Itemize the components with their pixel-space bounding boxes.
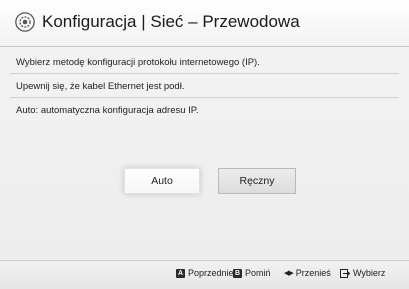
network-setup-screen: Konfiguracja | Sieć – Przewodowa Wybierz…	[0, 0, 409, 289]
select-label: Wybierz	[353, 268, 386, 278]
move-label: Przenieś	[295, 268, 331, 278]
auto-button[interactable]: Auto	[124, 168, 200, 194]
manual-button[interactable]: Ręczny	[218, 168, 296, 194]
divider	[10, 97, 399, 98]
move-hint: ◀▶ Przenieś	[284, 268, 331, 278]
a-key-icon: A	[176, 268, 185, 278]
b-key-icon: B	[233, 268, 242, 278]
divider	[10, 73, 399, 74]
title-bar: Konfiguracja | Sieć – Przewodowa	[0, 0, 409, 47]
previous-label: Poprzednie	[188, 268, 234, 278]
method-instruction: Wybierz metodę konfiguracji protokołu in…	[16, 57, 260, 68]
cable-check-text: Upewnij się, że kabel Ethernet jest podł…	[16, 81, 185, 92]
gear-icon	[15, 12, 35, 32]
left-right-arrows-icon: ◀▶	[284, 270, 294, 277]
enter-return-icon	[340, 268, 350, 278]
skip-hint[interactable]: B Pomiń	[233, 268, 271, 278]
skip-label: Pomiń	[245, 268, 271, 278]
previous-hint[interactable]: A Poprzednie	[176, 268, 234, 278]
select-hint[interactable]: Wybierz	[340, 268, 385, 278]
option-description: Auto: automatyczna konfiguracja adresu I…	[16, 105, 199, 116]
page-title: Konfiguracja | Sieć – Przewodowa	[42, 12, 300, 31]
